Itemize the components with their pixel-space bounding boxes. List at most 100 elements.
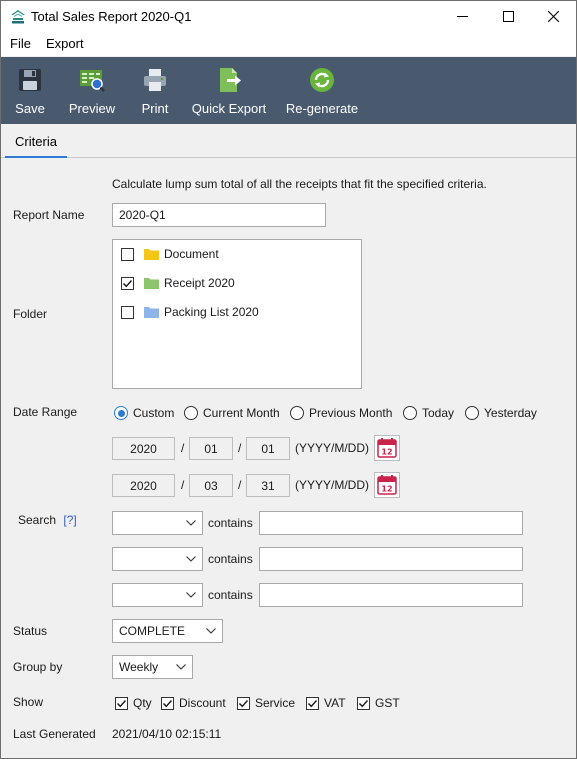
date-from-day[interactable]: 01 — [246, 437, 290, 460]
search-field-select-2[interactable] — [112, 547, 203, 571]
maximize-button[interactable] — [485, 1, 531, 32]
checkmark-icon — [123, 279, 133, 287]
search-value-input-1[interactable] — [259, 511, 523, 535]
date-to-month[interactable]: 03 — [189, 474, 233, 497]
show-option-label: Qty — [133, 696, 152, 710]
status-label: Status — [13, 624, 48, 638]
date-from-calendar-button[interactable]: 12 — [374, 435, 400, 461]
close-icon — [547, 11, 559, 22]
calendar-day: 12 — [381, 448, 392, 457]
checkmark-icon — [117, 699, 127, 707]
date-to-day[interactable]: 31 — [246, 474, 290, 497]
radio-previous-month[interactable] — [290, 406, 304, 420]
close-button[interactable] — [530, 1, 576, 32]
radio-label: Yesterday — [484, 406, 537, 420]
group-by-select[interactable]: Weekly — [112, 655, 193, 679]
chevron-down-icon — [206, 628, 216, 634]
quick-export-button[interactable]: Quick Export — [191, 57, 267, 124]
app-logo-icon — [11, 10, 25, 24]
checkmark-icon — [239, 699, 249, 707]
date-from-year[interactable]: 2020 — [112, 437, 175, 460]
search-operator: contains — [208, 588, 253, 602]
search-operator: contains — [208, 516, 253, 530]
report-name-label: Report Name — [13, 208, 85, 222]
report-name-input[interactable]: 2020-Q1 — [112, 203, 326, 227]
show-option-service[interactable]: Service — [237, 695, 295, 711]
date-option-today[interactable]: Today — [403, 405, 454, 421]
date-option-yesterday[interactable]: Yesterday — [465, 405, 537, 421]
radio-label: Current Month — [203, 406, 280, 420]
window-title: Total Sales Report 2020-Q1 — [31, 9, 192, 24]
show-option-gst[interactable]: GST — [357, 695, 400, 711]
menu-export[interactable]: Export — [46, 36, 84, 51]
date-to-year[interactable]: 2020 — [112, 474, 175, 497]
quick-export-label: Quick Export — [191, 101, 267, 116]
show-option-discount[interactable]: Discount — [161, 695, 226, 711]
search-operator: contains — [208, 552, 253, 566]
print-button[interactable]: Print — [139, 57, 171, 124]
date-range-label: Date Range — [13, 405, 78, 419]
date-separator: / — [238, 478, 242, 492]
menu-file[interactable]: File — [10, 36, 31, 51]
show-checkbox-gst[interactable] — [357, 696, 370, 710]
folder-icon — [144, 278, 159, 289]
show-option-vat[interactable]: VAT — [306, 695, 346, 711]
printer-icon — [144, 69, 166, 91]
date-separator: / — [181, 441, 185, 455]
chevron-down-icon — [186, 520, 196, 526]
preview-button[interactable]: Preview — [68, 57, 116, 124]
search-field-select-1[interactable] — [112, 511, 203, 535]
show-option-qty[interactable]: Qty — [115, 695, 152, 711]
regenerate-button[interactable]: Re-generate — [286, 57, 358, 124]
save-button[interactable]: Save — [13, 57, 47, 124]
date-option-previous-month[interactable]: Previous Month — [290, 405, 392, 421]
show-checkbox-vat[interactable] — [306, 696, 319, 710]
radio-label: Custom — [133, 406, 175, 420]
status-value: COMPLETE — [119, 624, 186, 638]
report-name-value: 2020-Q1 — [119, 208, 166, 222]
last-generated-value: 2021/04/10 02:15:11 — [112, 727, 222, 741]
date-from-month[interactable]: 01 — [189, 437, 233, 460]
date-to-calendar-button[interactable]: 12 — [374, 472, 400, 498]
radio-label: Previous Month — [309, 406, 393, 420]
status-select[interactable]: COMPLETE — [112, 619, 223, 643]
date-separator: / — [181, 478, 185, 492]
folder-item-packing-list-2020[interactable]: Packing List 2020 — [121, 302, 259, 322]
search-value-input-2[interactable] — [259, 547, 523, 571]
folder-checkbox-packing-list-2020[interactable] — [121, 305, 134, 319]
folder-item-document[interactable]: Document — [121, 244, 219, 264]
show-checkbox-service[interactable] — [237, 696, 250, 710]
minimize-button[interactable] — [439, 1, 485, 32]
tab-criteria[interactable]: Criteria — [5, 125, 67, 158]
save-label: Save — [15, 101, 45, 116]
group-by-label: Group by — [13, 660, 63, 674]
search-field-select-3[interactable] — [112, 583, 203, 607]
calendar-day: 12 — [381, 485, 392, 494]
search-value-input-3[interactable] — [259, 583, 523, 607]
floppy-disk-icon — [19, 69, 41, 91]
folder-icon — [144, 249, 159, 260]
folder-list: Document Receipt 2020 Packing List 2020 — [112, 239, 362, 389]
radio-today[interactable] — [403, 406, 417, 420]
date-option-custom[interactable]: Custom — [114, 405, 174, 421]
radio-label: Today — [422, 406, 455, 420]
last-generated-label: Last Generated — [13, 727, 96, 741]
folder-checkbox-receipt-2020[interactable] — [121, 276, 134, 290]
show-option-label: Service — [255, 696, 296, 710]
preview-label: Preview — [68, 101, 116, 116]
date-option-current-month[interactable]: Current Month — [184, 405, 280, 421]
print-label: Print — [141, 101, 169, 116]
show-checkbox-qty[interactable] — [115, 696, 128, 710]
search-help-link[interactable]: [?] — [63, 513, 76, 527]
show-checkbox-discount[interactable] — [161, 696, 174, 710]
title-bar: Total Sales Report 2020-Q1 — [1, 1, 576, 32]
radio-yesterday[interactable] — [465, 406, 479, 420]
chevron-down-icon — [186, 556, 196, 562]
chevron-down-icon — [176, 664, 186, 670]
radio-current-month[interactable] — [184, 406, 198, 420]
folder-item-receipt-2020[interactable]: Receipt 2020 — [121, 273, 235, 293]
group-by-value: Weekly — [119, 660, 159, 674]
radio-custom[interactable] — [114, 406, 128, 420]
folder-checkbox-document[interactable] — [121, 247, 134, 261]
folder-name: Document — [164, 247, 219, 261]
